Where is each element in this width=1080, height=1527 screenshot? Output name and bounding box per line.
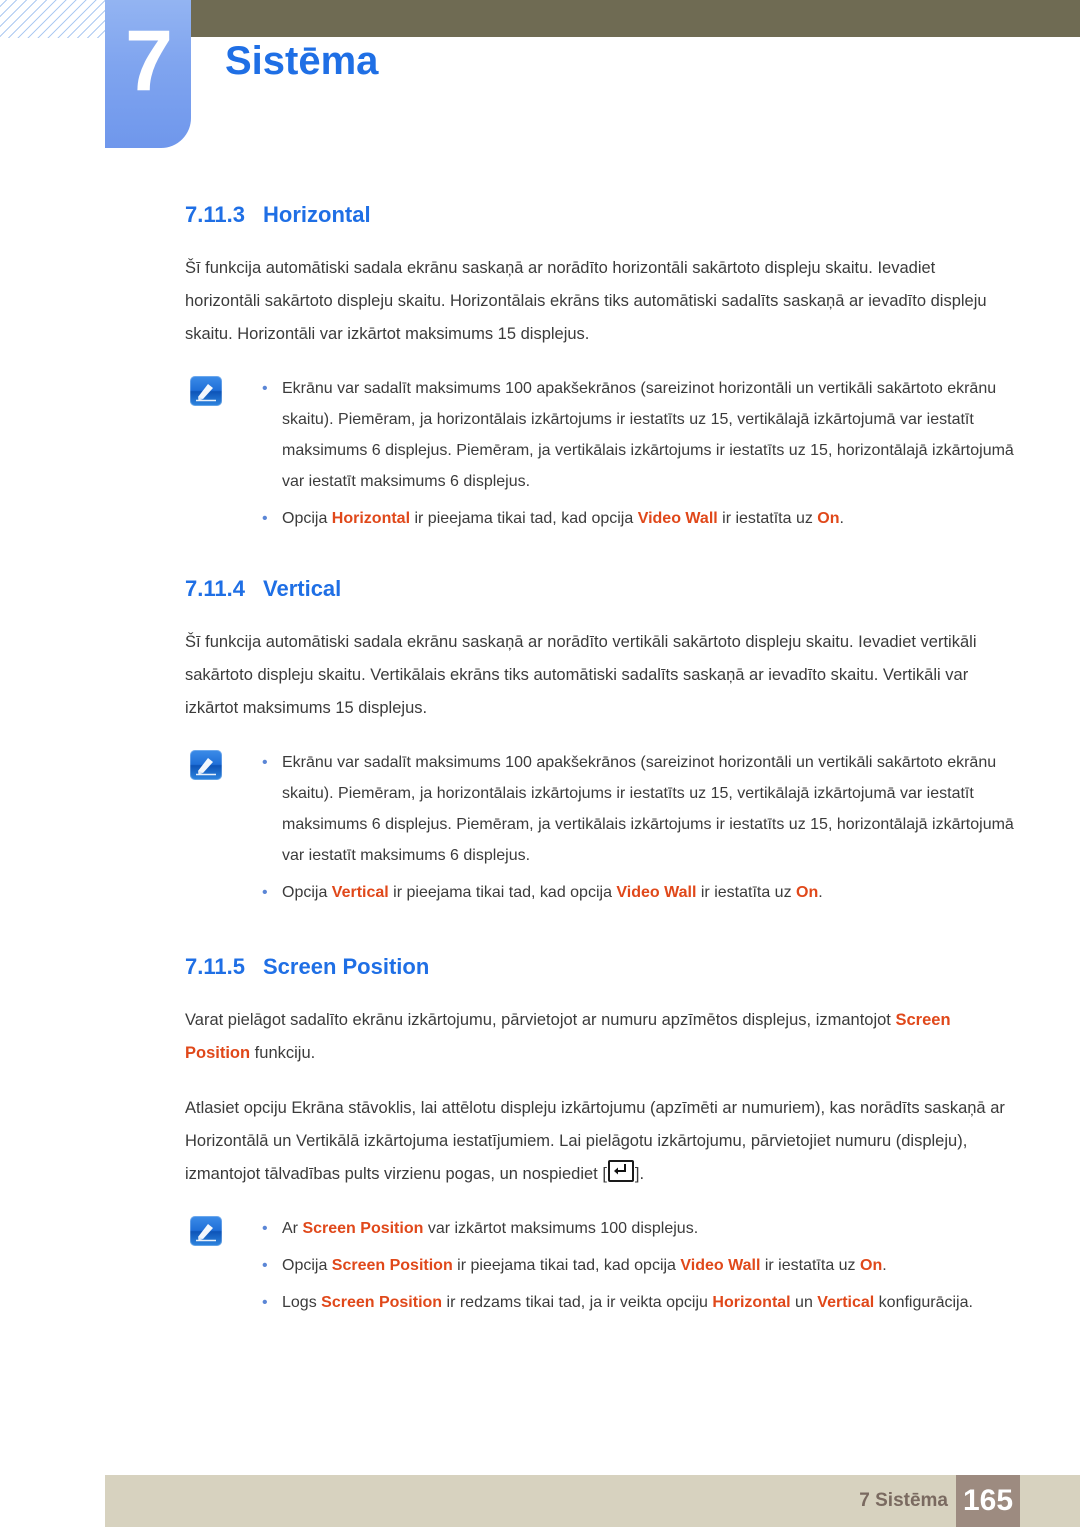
note-bullet-text-part: var izkārtot maksimums 100 displejus. — [423, 1220, 699, 1237]
bullet-marker: • — [262, 510, 268, 527]
highlight-term-vertical: Vertical — [331, 884, 389, 901]
note-bullet-text-part: ir iestatīta uz — [696, 884, 797, 901]
note-bullet-text-part: . — [882, 1257, 887, 1274]
note-bullet-text-part: konfigurācija. — [874, 1294, 973, 1311]
note-block-horizontal: • Ekrānu var sadalīt maksimums 100 apakš… — [190, 373, 1020, 534]
section-paragraph: Šī funkcija automātiski sadala ekrānu sa… — [185, 259, 987, 343]
section-heading-screen-position: 7.11.5 Screen Position — [185, 952, 1080, 982]
page-header: 7 Sistēma — [0, 0, 1080, 160]
note-bullet-text-part: ir pieejama tikai tad, kad opcija — [452, 1257, 681, 1274]
bullet-marker: • — [262, 754, 268, 771]
section-paragraph: Šī funkcija automātiski sadala ekrānu sa… — [185, 633, 977, 717]
section-horizontal: 7.11.3 Horizontal Šī funkcija automātiski… — [0, 200, 1080, 534]
highlight-term-video-wall: Video Wall — [637, 510, 718, 527]
bullet-marker: • — [262, 1294, 268, 1311]
bullet-marker: • — [262, 884, 268, 901]
section-number: 7.11.3 — [185, 202, 245, 227]
highlight-term-on: On — [817, 510, 840, 527]
chapter-title: Sistēma — [225, 39, 379, 83]
highlight-term-on: On — [860, 1257, 883, 1274]
section-heading-vertical: 7.11.4 Vertical — [185, 574, 1080, 604]
section-screen-position: 7.11.5 Screen Position Varat pielāgot sad… — [0, 952, 1080, 1318]
chapter-number-tab: 7 — [105, 0, 191, 148]
section-title: Screen Position — [263, 954, 430, 979]
page-footer: 7 Sistēma 165 — [105, 1475, 1080, 1527]
bullet-marker: • — [262, 1257, 268, 1274]
note-bullet-item: • Ekrānu var sadalīt maksimums 100 apakš… — [190, 373, 1020, 497]
section-heading-horizontal: 7.11.3 Horizontal — [185, 200, 1080, 230]
note-bullet-text-part: ir iestatīta uz — [717, 510, 818, 527]
footer-page-number: 165 — [956, 1475, 1020, 1527]
note-bullet-text: Ekrānu var sadalīt maksimums 100 apakšek… — [282, 754, 1014, 864]
section-paragraph-2: Atlasiet opciju Ekrāna stāvoklis, lai at… — [185, 1092, 1013, 1191]
note-bullet-text-part: Opcija — [282, 884, 332, 901]
section-paragraph-1: Varat pielāgot sadalīto ekrānu izkārtoju… — [185, 1004, 1013, 1070]
highlight-term-vertical: Vertical — [817, 1294, 875, 1311]
note-bullet-text-part: ir pieejama tikai tad, kad opcija — [410, 510, 638, 527]
note-block-screen-position: • Ar Screen Position var izkārtot maksim… — [190, 1213, 1020, 1318]
paragraph-text-part: Atlasiet opciju Ekrāna stāvoklis, lai at… — [185, 1099, 1005, 1183]
note-bullet-text-part: ir iestatīta uz — [760, 1257, 860, 1274]
header-topbar — [190, 0, 1080, 37]
bullet-marker: • — [262, 380, 268, 397]
paragraph-text-part: funkciju. — [250, 1044, 316, 1062]
note-bullet-text-part: Opcija — [282, 510, 332, 527]
note-bullet-item: • Ekrānu var sadalīt maksimums 100 apakš… — [190, 747, 1020, 871]
section-title: Vertical — [263, 576, 342, 601]
note-bullet-text-part: . — [839, 510, 844, 527]
highlight-term-screen-position: Screen Position — [302, 1220, 424, 1237]
enter-key-icon — [607, 1160, 634, 1182]
note-bullet-list: • Ekrānu var sadalīt maksimums 100 apakš… — [190, 747, 1020, 908]
bullet-marker: • — [262, 1220, 268, 1237]
section-vertical: 7.11.4 Vertical Šī funkcija automātiski s… — [0, 574, 1080, 908]
note-bullet-text-part: Ar — [282, 1220, 303, 1237]
paragraph-text-part: Varat pielāgot sadalīto ekrānu izkārtoju… — [185, 1011, 896, 1029]
highlight-term-on: On — [796, 884, 819, 901]
note-bullet-text-part: Opcija — [282, 1257, 332, 1274]
highlight-term-video-wall: Video Wall — [616, 884, 697, 901]
note-bullet-text-part: Logs — [282, 1294, 322, 1311]
paragraph-text-part: ]. — [634, 1165, 645, 1183]
highlight-term-screen-position: Screen Position — [331, 1257, 453, 1274]
note-bullet-list: • Ekrānu var sadalīt maksimums 100 apakš… — [190, 373, 1020, 534]
note-bullet-item: • Logs Screen Position ir redzams tikai … — [190, 1287, 1020, 1318]
note-bullet-item: • Opcija Screen Position ir pieejama tik… — [190, 1250, 1020, 1281]
note-bullet-list: • Ar Screen Position var izkārtot maksim… — [190, 1213, 1020, 1318]
highlight-term-horizontal: Horizontal — [712, 1294, 791, 1311]
note-bullet-text-part: ir pieejama tikai tad, kad opcija — [388, 884, 617, 901]
highlight-term-video-wall: Video Wall — [680, 1257, 761, 1274]
note-bullet-item: • Ar Screen Position var izkārtot maksim… — [190, 1213, 1020, 1244]
note-bullet-item: • Opcija Vertical ir pieejama tikai tad,… — [190, 877, 1020, 908]
footer-chapter-label: 7 Sistēma — [859, 1490, 948, 1511]
section-title: Horizontal — [263, 202, 371, 227]
note-bullet-text-part: . — [818, 884, 823, 901]
page-content: 7.11.3 Horizontal Šī funkcija automātiski… — [0, 200, 1080, 1318]
section-number: 7.11.4 — [185, 576, 245, 601]
section-number: 7.11.5 — [185, 954, 245, 979]
note-bullet-item: • Opcija Horizontal ir pieejama tikai ta… — [190, 503, 1020, 534]
note-bullet-text-part: un — [790, 1294, 818, 1311]
decorative-hatch-pattern — [0, 0, 108, 38]
note-block-vertical: • Ekrānu var sadalīt maksimums 100 apakš… — [190, 747, 1020, 908]
note-bullet-text-part: ir redzams tikai tad, ja ir veikta opcij… — [442, 1294, 713, 1311]
highlight-term-screen-position: Screen Position — [321, 1294, 443, 1311]
highlight-term-horizontal: Horizontal — [331, 510, 411, 527]
chapter-number: 7 — [125, 13, 173, 109]
note-bullet-text: Ekrānu var sadalīt maksimums 100 apakšek… — [282, 380, 1014, 490]
